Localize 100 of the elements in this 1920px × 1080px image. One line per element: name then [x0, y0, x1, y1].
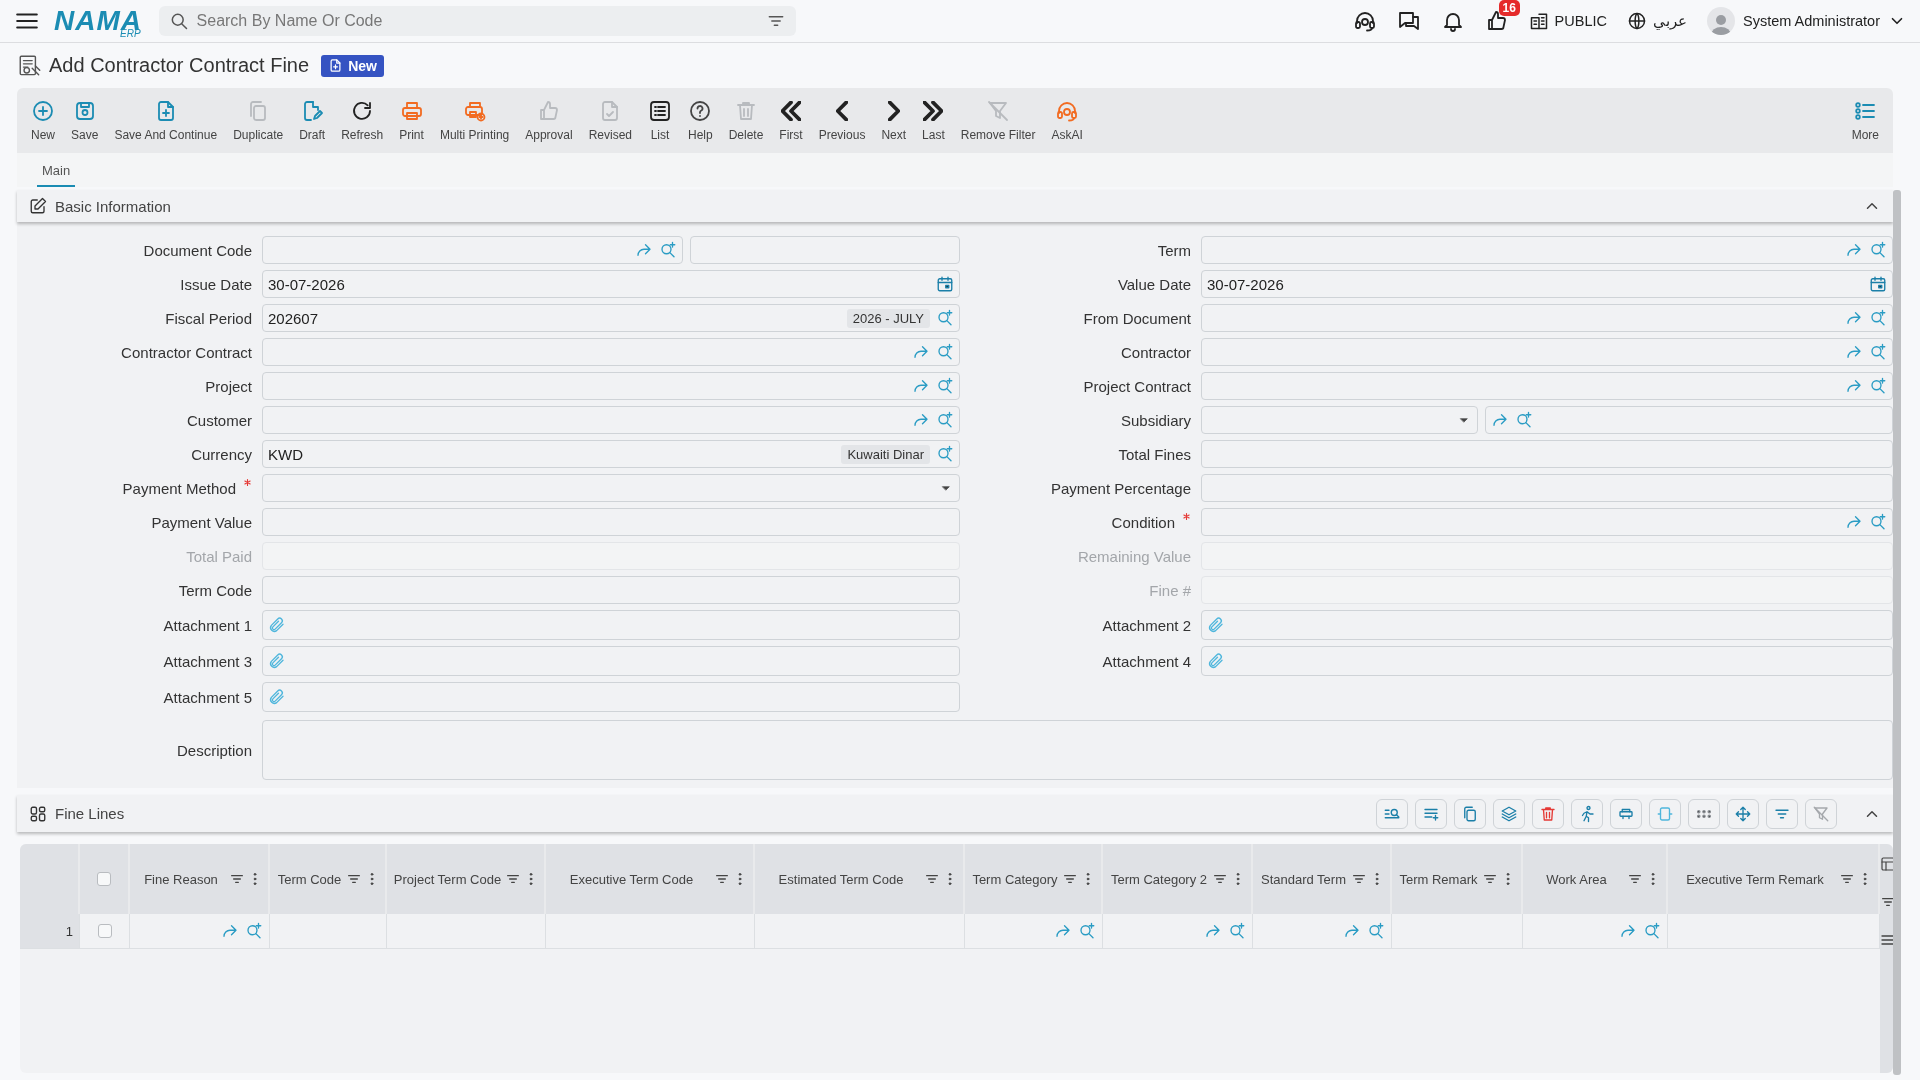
lookup-field[interactable] — [1201, 338, 1893, 366]
toolbar-button[interactable]: AskAI — [1043, 99, 1091, 142]
headset-icon[interactable] — [1352, 9, 1377, 33]
grid-tool-button[interactable] — [1610, 798, 1642, 829]
column-header[interactable]: Term Remark — [1392, 844, 1523, 914]
description-field[interactable] — [262, 720, 1893, 780]
grid-tool-button[interactable] — [1766, 798, 1798, 829]
column-header[interactable]: Fine Reason — [130, 844, 270, 914]
toolbar-button[interactable]: List — [640, 99, 680, 142]
toolbar-button[interactable]: Multi Printing — [431, 99, 518, 142]
lookup-field[interactable] — [1201, 508, 1893, 536]
avatar-icon[interactable] — [1707, 7, 1735, 35]
share-arrow-icon[interactable] — [1845, 513, 1863, 531]
toolbar-button[interactable]: Previous — [810, 99, 874, 142]
grid-tool-button[interactable] — [1376, 798, 1408, 829]
paperclip-icon[interactable] — [268, 652, 286, 670]
scrollbar[interactable] — [1893, 190, 1901, 1075]
search-field[interactable]: Search By Name Or Code — [158, 6, 796, 36]
share-arrow-icon[interactable] — [1204, 922, 1222, 940]
share-arrow-icon[interactable] — [1845, 309, 1863, 327]
section-header[interactable]: Fine Lines — [17, 795, 1893, 832]
toolbar-button[interactable]: Save — [63, 99, 107, 142]
grid-tool-button[interactable] — [1415, 798, 1447, 829]
search-plus-icon[interactable] — [1869, 241, 1887, 259]
section-header[interactable]: Basic Information — [17, 190, 1893, 222]
input-field[interactable] — [690, 236, 960, 264]
select-field[interactable] — [262, 474, 960, 502]
date-field[interactable]: 30-07-2026 — [1201, 270, 1893, 298]
toolbar-button[interactable]: Duplicate — [225, 99, 292, 142]
column-header[interactable]: Term Code — [270, 844, 387, 914]
search-plus-icon[interactable] — [1078, 922, 1096, 940]
lookup-field[interactable] — [1201, 304, 1893, 332]
toolbar-button[interactable]: New — [23, 99, 63, 142]
share-arrow-icon[interactable] — [1845, 377, 1863, 395]
lookup-field[interactable] — [262, 236, 683, 264]
toolbar-button[interactable]: Save And Continue — [106, 99, 226, 142]
input-field[interactable] — [1201, 474, 1893, 502]
date-field[interactable]: 30-07-2026 — [262, 270, 960, 298]
search-plus-icon[interactable] — [936, 343, 954, 361]
input-field[interactable] — [262, 508, 960, 536]
search-plus-icon[interactable] — [936, 309, 954, 327]
lookup-field[interactable]: KWD Kuwaiti Dinar — [262, 440, 960, 468]
search-plus-icon[interactable] — [936, 377, 954, 395]
search-plus-icon[interactable] — [1869, 377, 1887, 395]
share-arrow-icon[interactable] — [1845, 241, 1863, 259]
toolbar-button[interactable]: Last — [914, 99, 953, 142]
grid-tool-button[interactable] — [1805, 798, 1837, 829]
search-plus-icon[interactable] — [1869, 343, 1887, 361]
share-arrow-icon[interactable] — [635, 241, 653, 259]
share-arrow-icon[interactable] — [1343, 922, 1361, 940]
lookup-field[interactable]: 202607 2026 - JULY — [262, 304, 960, 332]
attachment-field[interactable] — [262, 646, 960, 676]
input-field[interactable] — [1201, 440, 1893, 468]
toolbar-button[interactable]: Delete — [720, 99, 772, 142]
toolbar-button[interactable]: Refresh — [333, 99, 392, 142]
toolbar-button[interactable]: Print — [391, 99, 432, 142]
share-arrow-icon[interactable] — [1054, 922, 1072, 940]
company-name[interactable]: PUBLIC — [1554, 13, 1607, 29]
toolbar-button[interactable]: Next — [873, 99, 915, 142]
search-plus-icon[interactable] — [659, 241, 677, 259]
search-plus-icon[interactable] — [1869, 309, 1887, 327]
search-plus-icon[interactable] — [1228, 922, 1246, 940]
grid-tool-button[interactable] — [1532, 798, 1564, 829]
checkbox[interactable] — [97, 924, 112, 938]
lookup-field[interactable] — [262, 372, 960, 400]
calendar-icon[interactable] — [1869, 275, 1887, 293]
grid-tool-button[interactable] — [1493, 798, 1525, 829]
share-arrow-icon[interactable] — [912, 377, 930, 395]
paperclip-icon[interactable] — [1207, 652, 1225, 670]
share-arrow-icon[interactable] — [912, 343, 930, 361]
column-header[interactable]: Estimated Term Code — [755, 844, 965, 914]
attachment-field[interactable] — [1201, 646, 1893, 676]
paperclip-icon[interactable] — [268, 688, 286, 706]
select-field[interactable] — [1201, 406, 1478, 434]
share-arrow-icon[interactable] — [1619, 922, 1637, 940]
toolbar-button[interactable]: Draft — [291, 99, 334, 142]
search-plus-icon[interactable] — [245, 922, 263, 940]
attachment-field[interactable] — [262, 610, 960, 640]
grid-tool-button[interactable] — [1688, 798, 1720, 829]
column-header[interactable]: Standard Term — [1253, 844, 1392, 914]
lookup-field[interactable] — [262, 406, 960, 434]
attachment-field[interactable] — [262, 682, 960, 712]
column-header[interactable]: Work Area — [1523, 844, 1668, 914]
grid-tool-button[interactable] — [1454, 798, 1486, 829]
share-arrow-icon[interactable] — [1491, 411, 1509, 429]
lookup-field[interactable] — [1201, 236, 1893, 264]
toolbar-button[interactable]: Help — [680, 99, 721, 142]
paperclip-icon[interactable] — [268, 616, 286, 634]
column-header[interactable]: Term Category 2 — [1103, 844, 1253, 914]
toolbar-button[interactable]: First — [771, 99, 811, 142]
column-header[interactable]: Executive Term Code — [546, 844, 755, 914]
search-plus-icon[interactable] — [1367, 922, 1385, 940]
lookup-field[interactable] — [1485, 406, 1893, 434]
lookup-field[interactable] — [262, 338, 960, 366]
lookup-field[interactable] — [1201, 372, 1893, 400]
language-label[interactable]: عربي — [1653, 13, 1687, 29]
toolbar-button[interactable]: Remove Filter — [952, 99, 1044, 142]
share-arrow-icon[interactable] — [912, 411, 930, 429]
tab[interactable]: Main — [37, 157, 76, 187]
search-plus-icon[interactable] — [936, 445, 954, 463]
